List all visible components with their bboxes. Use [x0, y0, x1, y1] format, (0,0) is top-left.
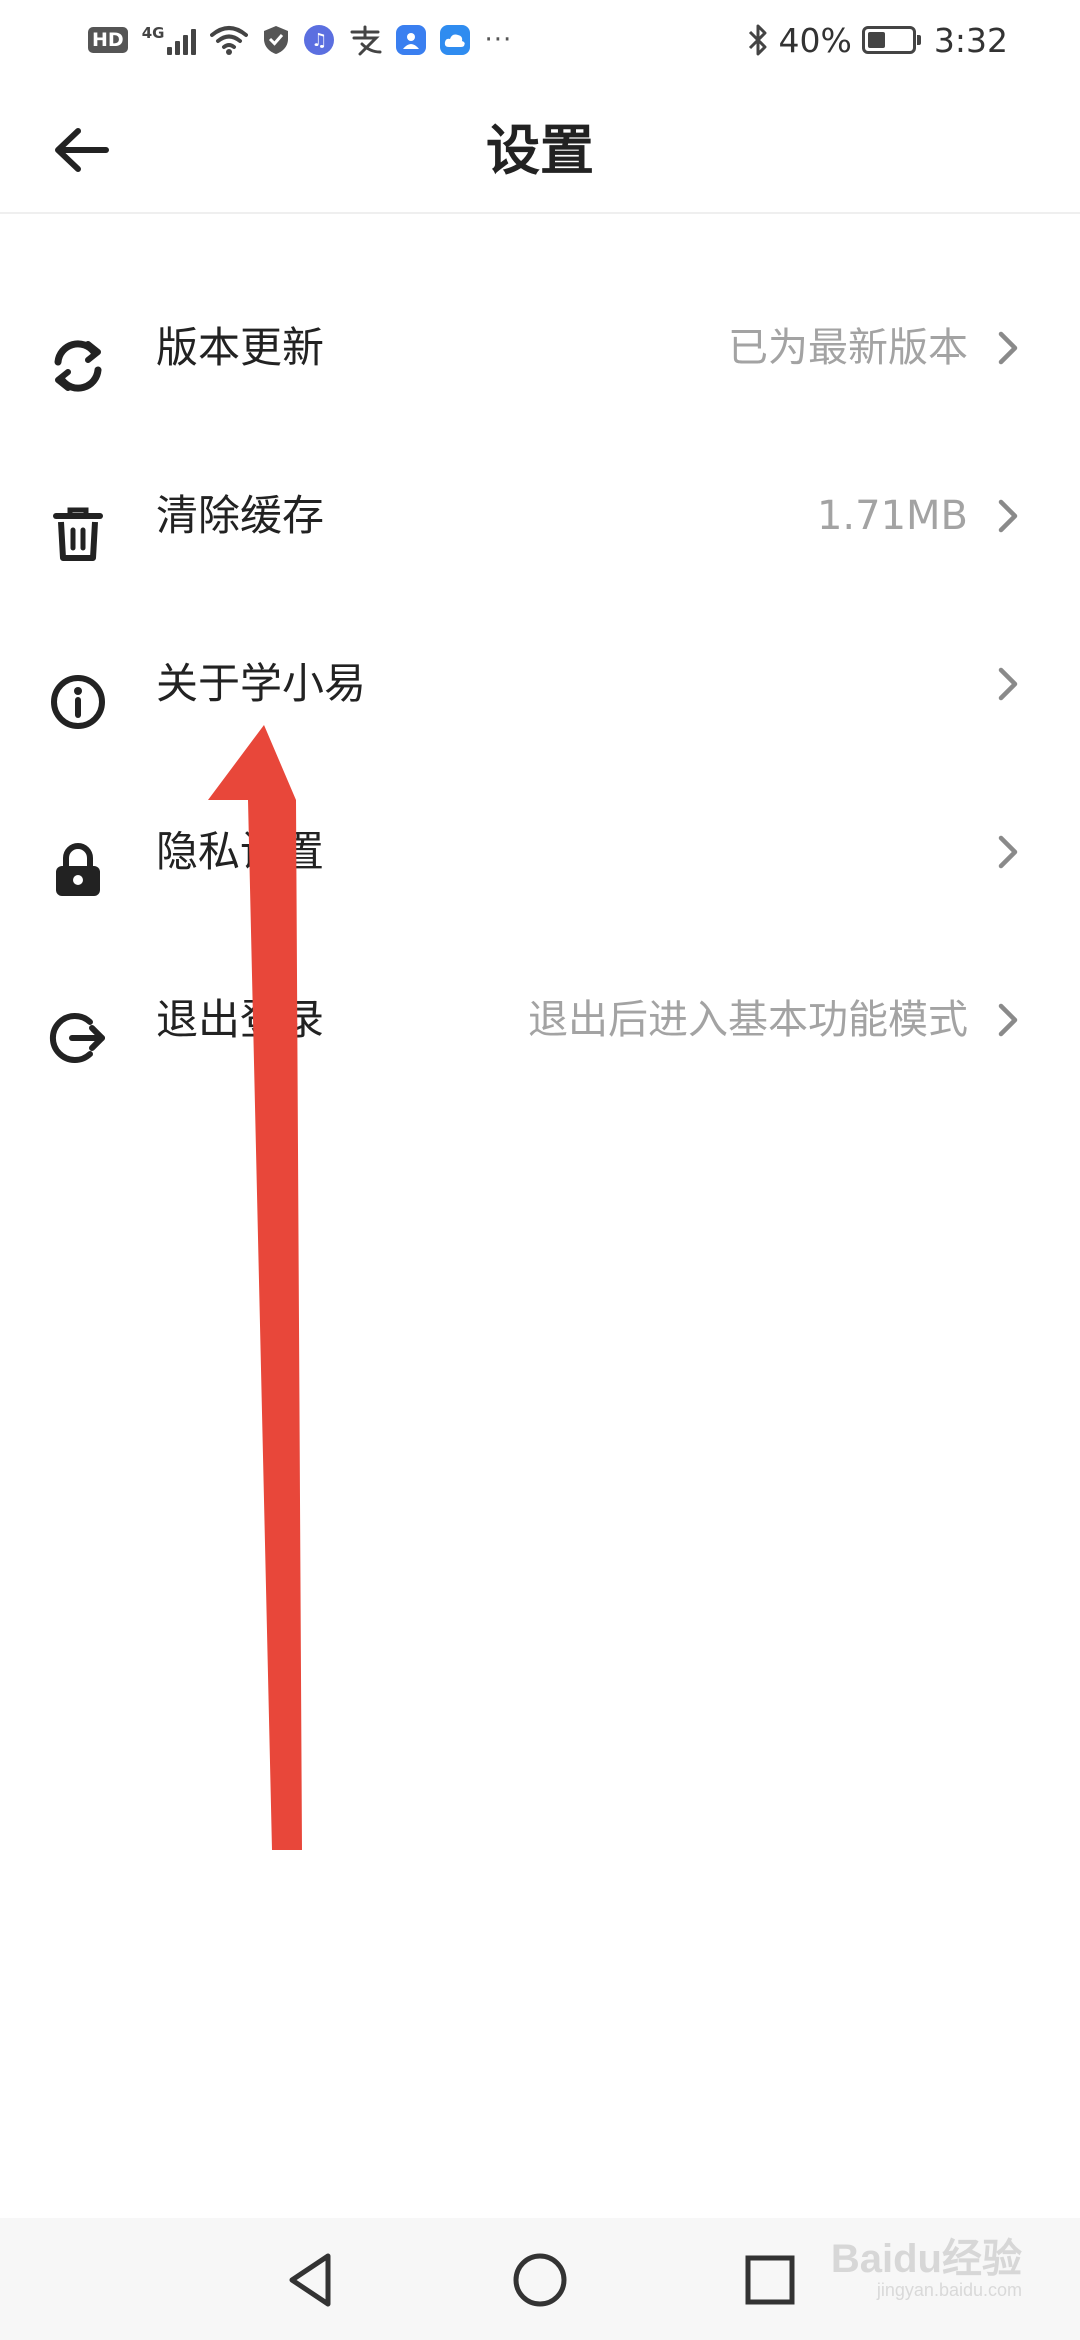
contact-app-icon — [396, 25, 427, 55]
nav-home-icon — [513, 2253, 567, 2307]
logout-icon — [46, 1006, 110, 1070]
refresh-icon — [46, 334, 110, 398]
baidu-watermark: Baidu经验 jingyan.baidu.com — [831, 2226, 1022, 2301]
music-app-icon: ♫ — [304, 25, 335, 55]
status-right: 40% 3:32 — [747, 18, 1008, 62]
chevron-right-icon — [984, 324, 1032, 372]
status-left: HD 4G ♫ ··· — [88, 18, 512, 62]
network-type: 4G — [141, 24, 165, 42]
info-icon — [46, 670, 110, 734]
battery-level — [867, 32, 885, 48]
settings-row-label: 关于学小易 — [156, 659, 367, 708]
shield-icon — [264, 26, 289, 54]
settings-row-label: 版本更新 — [156, 323, 325, 372]
app-header: 设置 — [0, 80, 1080, 214]
settings-row-value: 退出后进入基本功能模式 — [528, 997, 968, 1043]
signal-icon: 4G — [142, 25, 197, 55]
nav-back-icon — [289, 2253, 331, 2307]
clock: 3:32 — [933, 20, 1008, 60]
trash-icon — [46, 502, 110, 566]
settings-list: 版本更新 已为最新版本 清除缓存 1.71MB 关于学小易 隐私设置 退出登录 … — [0, 278, 1080, 1118]
watermark-brand: Baidu经验 — [830, 2237, 1022, 2281]
settings-row-value: 1.71MB — [816, 493, 968, 539]
lock-icon — [46, 838, 110, 902]
nav-home-button[interactable] — [504, 2244, 576, 2316]
more-notifications-icon: ··· — [484, 25, 513, 55]
settings-row-label: 退出登录 — [156, 995, 325, 1044]
battery-icon — [861, 26, 921, 54]
settings-row-clear-cache[interactable]: 清除缓存 1.71MB — [0, 446, 1080, 614]
watermark-site: jingyan.baidu.com — [876, 2280, 1022, 2300]
nav-back-button[interactable] — [274, 2244, 346, 2316]
chevron-right-icon — [984, 828, 1032, 876]
chevron-right-icon — [984, 660, 1032, 708]
settings-row-value: 已为最新版本 — [728, 325, 968, 371]
hd-badge: HD — [88, 27, 128, 53]
alipay-icon — [350, 25, 382, 56]
settings-row-version-update[interactable]: 版本更新 已为最新版本 — [0, 278, 1080, 446]
nav-recents-button[interactable] — [734, 2244, 806, 2316]
page-title: 设置 — [486, 119, 594, 182]
settings-row-label: 清除缓存 — [156, 491, 325, 540]
wifi-icon — [210, 26, 249, 55]
battery-percent: 40% — [778, 20, 852, 60]
cloud-app-icon — [440, 25, 471, 55]
chevron-right-icon — [984, 996, 1032, 1044]
settings-row-label: 隐私设置 — [156, 827, 325, 876]
settings-row-privacy[interactable]: 隐私设置 — [0, 782, 1080, 950]
settings-row-about[interactable]: 关于学小易 — [0, 614, 1080, 782]
bluetooth-icon — [748, 24, 767, 56]
nav-recents-icon — [745, 2255, 795, 2305]
status-bar: HD 4G ♫ ··· 40% 3:32 — [0, 0, 1080, 80]
settings-row-logout[interactable]: 退出登录 退出后进入基本功能模式 — [0, 950, 1080, 1118]
chevron-right-icon — [984, 492, 1032, 540]
